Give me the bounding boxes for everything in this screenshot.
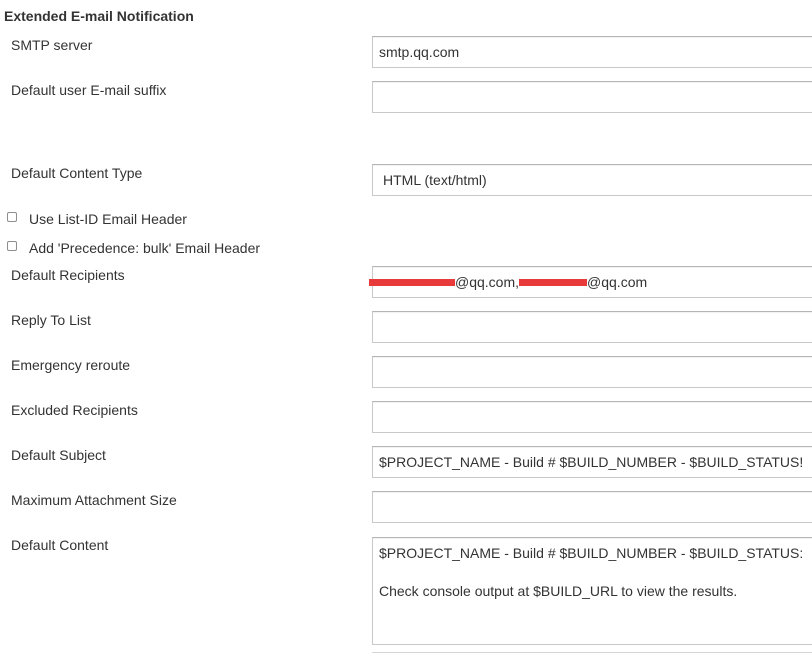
email-notification-config: Extended E-mail Notification SMTP server… (0, 0, 812, 667)
smtp-server-label: SMTP server (11, 37, 93, 53)
content-textarea[interactable]: $PROJECT_NAME - Build # $BUILD_NUMBER - … (372, 537, 812, 645)
recipients-input[interactable]: @qq.com, @qq.com (369, 266, 812, 298)
textarea-resize-handle[interactable] (372, 652, 812, 653)
list-id-label: Use List-ID Email Header (29, 211, 187, 227)
precedence-checkbox[interactable] (7, 241, 17, 251)
recipients-part2: @qq.com (587, 274, 648, 290)
subject-input[interactable]: $PROJECT_NAME - Build # $BUILD_NUMBER - … (372, 446, 812, 478)
subject-label: Default Subject (11, 447, 106, 463)
content-type-select[interactable]: HTML (text/html) (372, 164, 812, 196)
recipients-label: Default Recipients (11, 267, 125, 283)
list-id-row[interactable]: Use List-ID Email Header (7, 211, 187, 227)
default-suffix-label: Default user E-mail suffix (11, 82, 167, 98)
precedence-label: Add 'Precedence: bulk' Email Header (29, 240, 261, 256)
content-label: Default Content (11, 537, 109, 553)
smtp-server-input[interactable]: smtp.qq.com (372, 36, 812, 68)
reply-to-label: Reply To List (11, 312, 91, 328)
attachment-size-label: Maximum Attachment Size (11, 492, 177, 508)
redaction-mark (369, 278, 455, 286)
excluded-input[interactable] (372, 401, 812, 433)
section-title: Extended E-mail Notification (4, 8, 194, 24)
redaction-mark (519, 278, 588, 286)
precedence-row[interactable]: Add 'Precedence: bulk' Email Header (7, 240, 260, 256)
recipients-part1: @qq.com, (455, 274, 520, 290)
emergency-label: Emergency reroute (11, 357, 131, 373)
content-type-label: Default Content Type (11, 165, 143, 181)
default-suffix-input[interactable] (372, 81, 812, 113)
attachment-size-input[interactable] (372, 491, 812, 523)
emergency-input[interactable] (372, 356, 812, 388)
excluded-label: Excluded Recipients (11, 402, 138, 418)
reply-to-input[interactable] (372, 311, 812, 343)
list-id-checkbox[interactable] (7, 212, 17, 222)
